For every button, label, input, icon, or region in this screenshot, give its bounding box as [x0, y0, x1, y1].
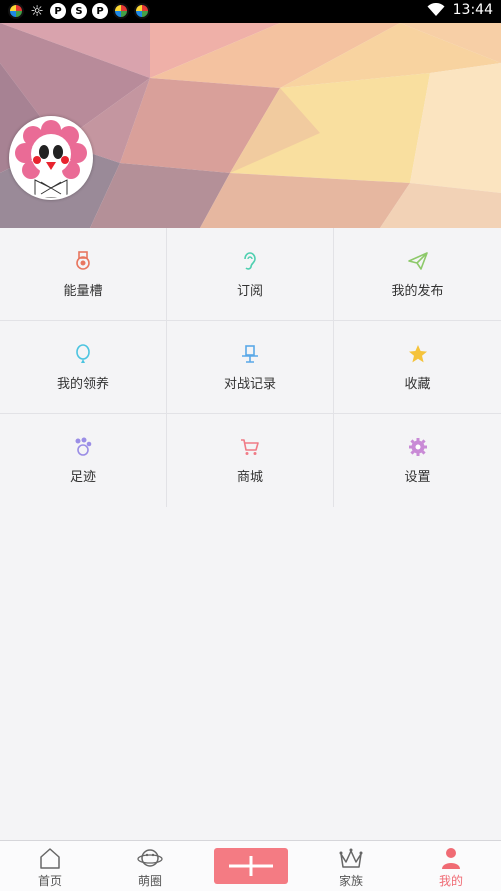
menu-my-posts[interactable]: 我的发布: [334, 228, 501, 321]
sun-icon: ☼: [30, 2, 44, 20]
menu-settings[interactable]: 设置: [334, 414, 501, 507]
paw-icon: [72, 436, 94, 458]
balloon-icon: [72, 343, 94, 365]
multicolor-app-icon: [113, 3, 129, 19]
ear-icon: [239, 250, 261, 272]
nav-label: 首页: [37, 874, 62, 888]
profile-header: [0, 23, 501, 228]
nav-label: 我的: [438, 874, 463, 888]
star-icon: [407, 343, 429, 365]
menu-store[interactable]: 商城: [167, 414, 334, 507]
battle-icon: [239, 343, 261, 365]
nav-mine[interactable]: 我的: [401, 841, 501, 891]
paper-plane-icon: [407, 250, 429, 272]
bottom-nav: 首页 萌圈 家族 我的: [0, 840, 501, 891]
planet-icon: [137, 849, 163, 867]
plus-icon: [228, 856, 273, 876]
menu-battle-record[interactable]: 对战记录: [167, 321, 334, 414]
menu-label: 收藏: [404, 377, 431, 392]
clock: 13:44: [452, 2, 493, 18]
menu-label: 我的发布: [391, 284, 444, 299]
p-icon: P: [92, 3, 108, 19]
menu-row: 能量槽 订阅 我的发布: [0, 228, 501, 321]
menu-label: 对战记录: [223, 377, 276, 392]
gear-icon: [407, 436, 429, 458]
status-bar: ☼ P S P 13:44: [0, 0, 501, 23]
menu-label: 订阅: [236, 284, 263, 299]
menu-energy[interactable]: 能量槽: [0, 228, 167, 321]
nav-moe-circle[interactable]: 萌圈: [100, 841, 200, 891]
nav-label: 家族: [338, 874, 363, 888]
add-button[interactable]: [213, 848, 288, 884]
flower-avatar: [15, 120, 87, 198]
s-icon: S: [71, 3, 87, 19]
avatar[interactable]: [9, 116, 93, 200]
crown-icon: [339, 848, 363, 868]
home-icon: [40, 848, 60, 869]
nav-add: [200, 841, 301, 891]
menu-subscribe[interactable]: 订阅: [167, 228, 334, 321]
person-icon: [442, 848, 460, 869]
menu-label: 商城: [236, 470, 263, 485]
multicolor-app-icon: [134, 3, 150, 19]
menu-favorites[interactable]: 收藏: [334, 321, 501, 414]
p-icon: P: [50, 3, 66, 19]
nav-label: 萌圈: [137, 874, 162, 888]
multicolor-app-icon: [8, 3, 24, 19]
wifi-icon: [427, 3, 445, 16]
menu-label: 足迹: [69, 470, 96, 485]
menu-row: 足迹 商城 设置: [0, 414, 501, 507]
nav-home[interactable]: 首页: [0, 841, 100, 891]
menu-adoption[interactable]: 我的领养: [0, 321, 167, 414]
menu-footprints[interactable]: 足迹: [0, 414, 167, 507]
menu-label: 设置: [404, 470, 431, 485]
menu-label: 我的领养: [56, 377, 109, 392]
menu-row: 我的领养 对战记录 收藏: [0, 321, 501, 414]
status-right: 13:44: [427, 2, 493, 18]
medal-icon: [72, 250, 94, 272]
menu-label: 能量槽: [63, 284, 103, 299]
notification-icons: ☼ P S P: [8, 2, 150, 20]
nav-family[interactable]: 家族: [301, 841, 401, 891]
cart-icon: [239, 436, 261, 458]
menu-grid: 能量槽 订阅 我的发布 我的领养 对战记录 收藏 足迹 商城 设置: [0, 228, 501, 507]
